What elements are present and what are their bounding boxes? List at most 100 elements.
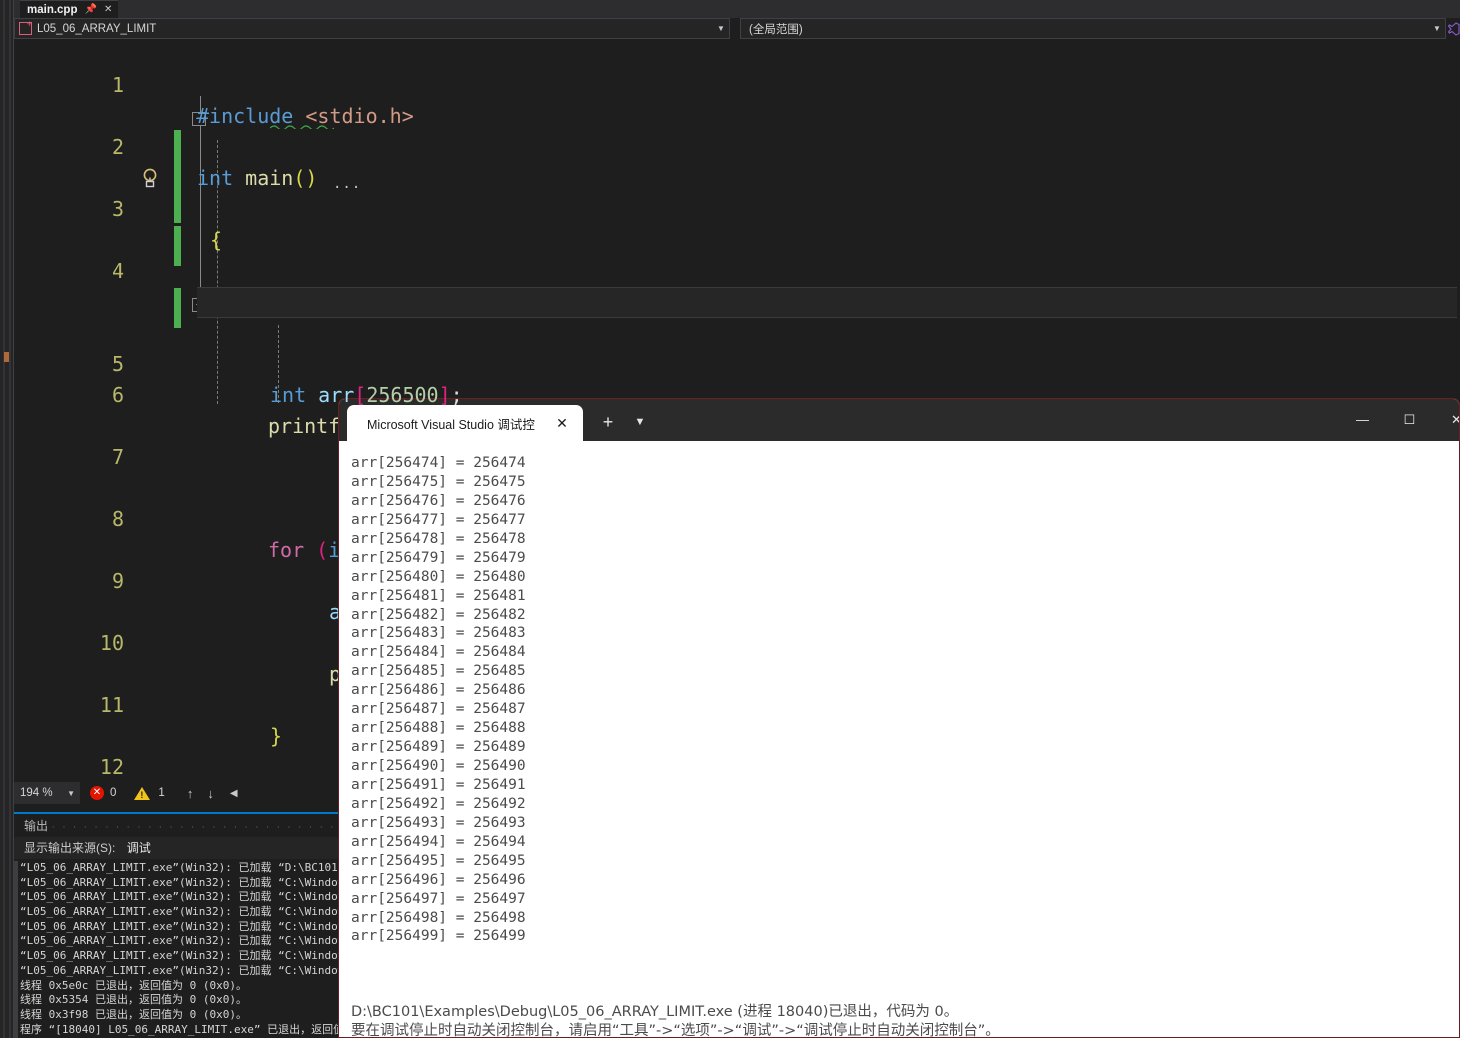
minimize-icon[interactable]: —	[1339, 399, 1386, 441]
visual-studio-cube-icon	[1448, 22, 1460, 36]
scope-dropdown-left-value: L05_06_ARRAY_LIMIT	[37, 22, 157, 35]
console-output-line: arr[256483] = 256483	[351, 625, 526, 642]
zoom-level-dropdown[interactable]: 194 % ▼	[14, 782, 80, 804]
output-source-value: 调试	[126, 841, 151, 855]
code-line-5: 5 int arr[256500];	[14, 287, 1460, 407]
chevron-down-icon[interactable]	[1429, 24, 1445, 33]
output-accent-bar	[14, 812, 345, 814]
console-title-bar[interactable]: Microsoft Visual Studio 调试控 ✕ + ▼ — ☐ ✕	[339, 399, 1459, 441]
console-output-line: arr[256475] = 256475	[351, 473, 526, 490]
arrow-up-icon[interactable]: ↑	[187, 786, 194, 801]
console-output-line: arr[256479] = 256479	[351, 549, 526, 566]
code-line-6: 6 printf("sizeof(int) = %d 字节\n", sizeof…	[14, 349, 1460, 438]
output-log-line: 线程 0x3f98 已退出，返回值为 0 (0x0)。	[20, 1007, 247, 1021]
output-log-line: 线程 0x5e0c 已退出，返回值为 0 (0x0)。	[20, 978, 247, 992]
line-number: 1	[111, 73, 124, 97]
line-number: 11	[99, 693, 124, 717]
code-line-2: 2 int main()	[14, 101, 1460, 190]
console-output-line: arr[256490] = 256490	[351, 758, 526, 774]
line-number: 6	[111, 383, 124, 407]
output-log-line: “L05_06_ARRAY_LIMIT.exe”(Win32): 已加载 “C:…	[20, 890, 345, 904]
console-output-line: arr[256477] = 256477	[351, 511, 526, 528]
editor-status-strip: 194 % ▼ ✕ 0 1 ↑ ↓ ◀	[14, 782, 345, 804]
arrow-left-icon[interactable]: ◀	[230, 788, 238, 799]
code-line-4: 4 // int arr[4095];	[14, 225, 1460, 314]
console-output-line: arr[256481] = 256481	[351, 587, 526, 604]
line-number: 8	[111, 507, 124, 531]
line-number: 4	[111, 259, 124, 283]
output-pane-title: 输出 · · · · · · · · · · · · · · · · · · ·…	[14, 815, 345, 856]
line-number: 10	[99, 631, 124, 655]
console-output-line: arr[256495] = 256495	[351, 852, 526, 869]
debug-console-window[interactable]: Microsoft Visual Studio 调试控 ✕ + ▼ — ☐ ✕ …	[338, 398, 1460, 1038]
error-count: 0	[110, 787, 117, 799]
current-line-highlight	[197, 287, 1457, 318]
chevron-down-icon[interactable]: ▼	[67, 789, 75, 798]
console-output-line: arr[256496] = 256496	[351, 871, 526, 888]
line-number: 7	[111, 445, 124, 469]
console-output-line: arr[256480] = 256480	[351, 568, 526, 585]
console-output-line: arr[256474] = 256474	[351, 455, 526, 471]
line-number: 12	[99, 755, 124, 779]
console-footer-line: D:\BC101\Examples\Debug\L05_06_ARRAY_LIM…	[351, 1004, 959, 1021]
close-icon[interactable]: ✕	[551, 415, 573, 432]
console-output-line: arr[256498] = 256498	[351, 909, 526, 926]
zoom-level-value: 194 %	[20, 787, 53, 799]
document-tab-row: main.cpp 📌 ✕	[14, 0, 1460, 18]
console-output-line: arr[256493] = 256493	[351, 814, 526, 831]
output-log-line: “L05_06_ARRAY_LIMIT.exe”(Win32): 已加载 “C:…	[20, 905, 345, 919]
output-log-body[interactable]: “L05_06_ARRAY_LIMIT.exe”(Win32): 已加载 “D:…	[14, 861, 345, 1038]
strip-marker	[4, 352, 9, 362]
console-output-body[interactable]: arr[256474] = 256474 arr[256475] = 256475…	[339, 441, 1459, 1038]
output-log-line: “L05_06_ARRAY_LIMIT.exe”(Win32): 已加载 “C:…	[20, 934, 345, 948]
line-number: 2	[111, 135, 124, 159]
output-title-label: 输出	[24, 819, 49, 833]
output-log-line: “L05_06_ARRAY_LIMIT.exe”(Win32): 已加载 “C:…	[20, 949, 345, 963]
console-output-line: arr[256476] = 256476	[351, 492, 526, 509]
plus-icon[interactable]: +	[591, 407, 625, 437]
line-number: 3	[111, 197, 124, 221]
output-log-line: “L05_06_ARRAY_LIMIT.exe”(Win32): 已加载 “D:…	[20, 861, 345, 874]
console-output-line: arr[256492] = 256492	[351, 795, 526, 812]
pin-icon[interactable]: 📌	[84, 1, 96, 19]
strip-divider-2	[9, 0, 11, 1038]
scope-dropdown-left[interactable]: L05_06_ARRAY_LIMIT	[14, 18, 730, 39]
close-icon[interactable]: ✕	[1433, 399, 1459, 441]
output-pane: 输出 · · · · · · · · · · · · · · · · · · ·…	[14, 812, 345, 1038]
strip-divider-1	[3, 0, 5, 1038]
output-log-line: 线程 0x5354 已退出，返回值为 0 (0x0)。	[20, 993, 247, 1007]
output-log-line: “L05_06_ARRAY_LIMIT.exe”(Win32): 已加载 “C:…	[20, 963, 345, 977]
quick-action-dots[interactable]: ···	[333, 180, 361, 196]
arrow-down-icon[interactable]: ↓	[207, 786, 214, 801]
warning-count: 1	[158, 787, 165, 799]
console-output-line: arr[256499] = 256499	[351, 928, 526, 945]
console-output-line: arr[256484] = 256484	[351, 644, 526, 661]
code-line-3: 3 {	[14, 163, 1460, 252]
chevron-down-icon[interactable]: ▼	[627, 407, 653, 437]
code-line-1: 1 #include <stdio.h>	[14, 40, 1460, 128]
console-output-line: arr[256486] = 256486	[351, 682, 526, 699]
output-log-line: “L05_06_ARRAY_LIMIT.exe”(Win32): 已加载 “C:…	[20, 919, 345, 933]
console-footer-line: 要在调试停止时自动关闭控制台，请启用“工具”->“选项”->“调试”->“调试停…	[351, 1023, 1000, 1038]
warning-icon	[134, 786, 151, 800]
console-output-line: arr[256489] = 256489	[351, 739, 526, 756]
document-tab-main-cpp[interactable]: main.cpp 📌 ✕	[20, 0, 119, 19]
line-number: 9	[111, 569, 124, 593]
scope-dropdown-right-value: (全局范围)	[749, 23, 803, 36]
chevron-down-icon[interactable]	[713, 24, 729, 33]
maximize-icon[interactable]: ☐	[1386, 399, 1433, 441]
console-output-line: arr[256491] = 256491	[351, 776, 526, 793]
scope-dropdown-right[interactable]: (全局范围)	[740, 18, 1446, 39]
close-icon[interactable]: ✕	[104, 1, 112, 19]
output-source-selector[interactable]: 显示输出来源(S): 调试	[14, 837, 345, 859]
output-log-line: 程序 “[18040] L05_06_ARRAY_LIMIT.exe” 已退出，…	[20, 1022, 345, 1036]
console-tab-label: Microsoft Visual Studio 调试控	[367, 417, 535, 432]
output-source-label: 显示输出来源(S):	[24, 841, 116, 855]
cpp-file-icon	[19, 19, 32, 35]
error-squiggle	[270, 125, 334, 129]
console-output-line: arr[256494] = 256494	[351, 833, 526, 850]
left-tool-strip[interactable]	[0, 0, 14, 1038]
